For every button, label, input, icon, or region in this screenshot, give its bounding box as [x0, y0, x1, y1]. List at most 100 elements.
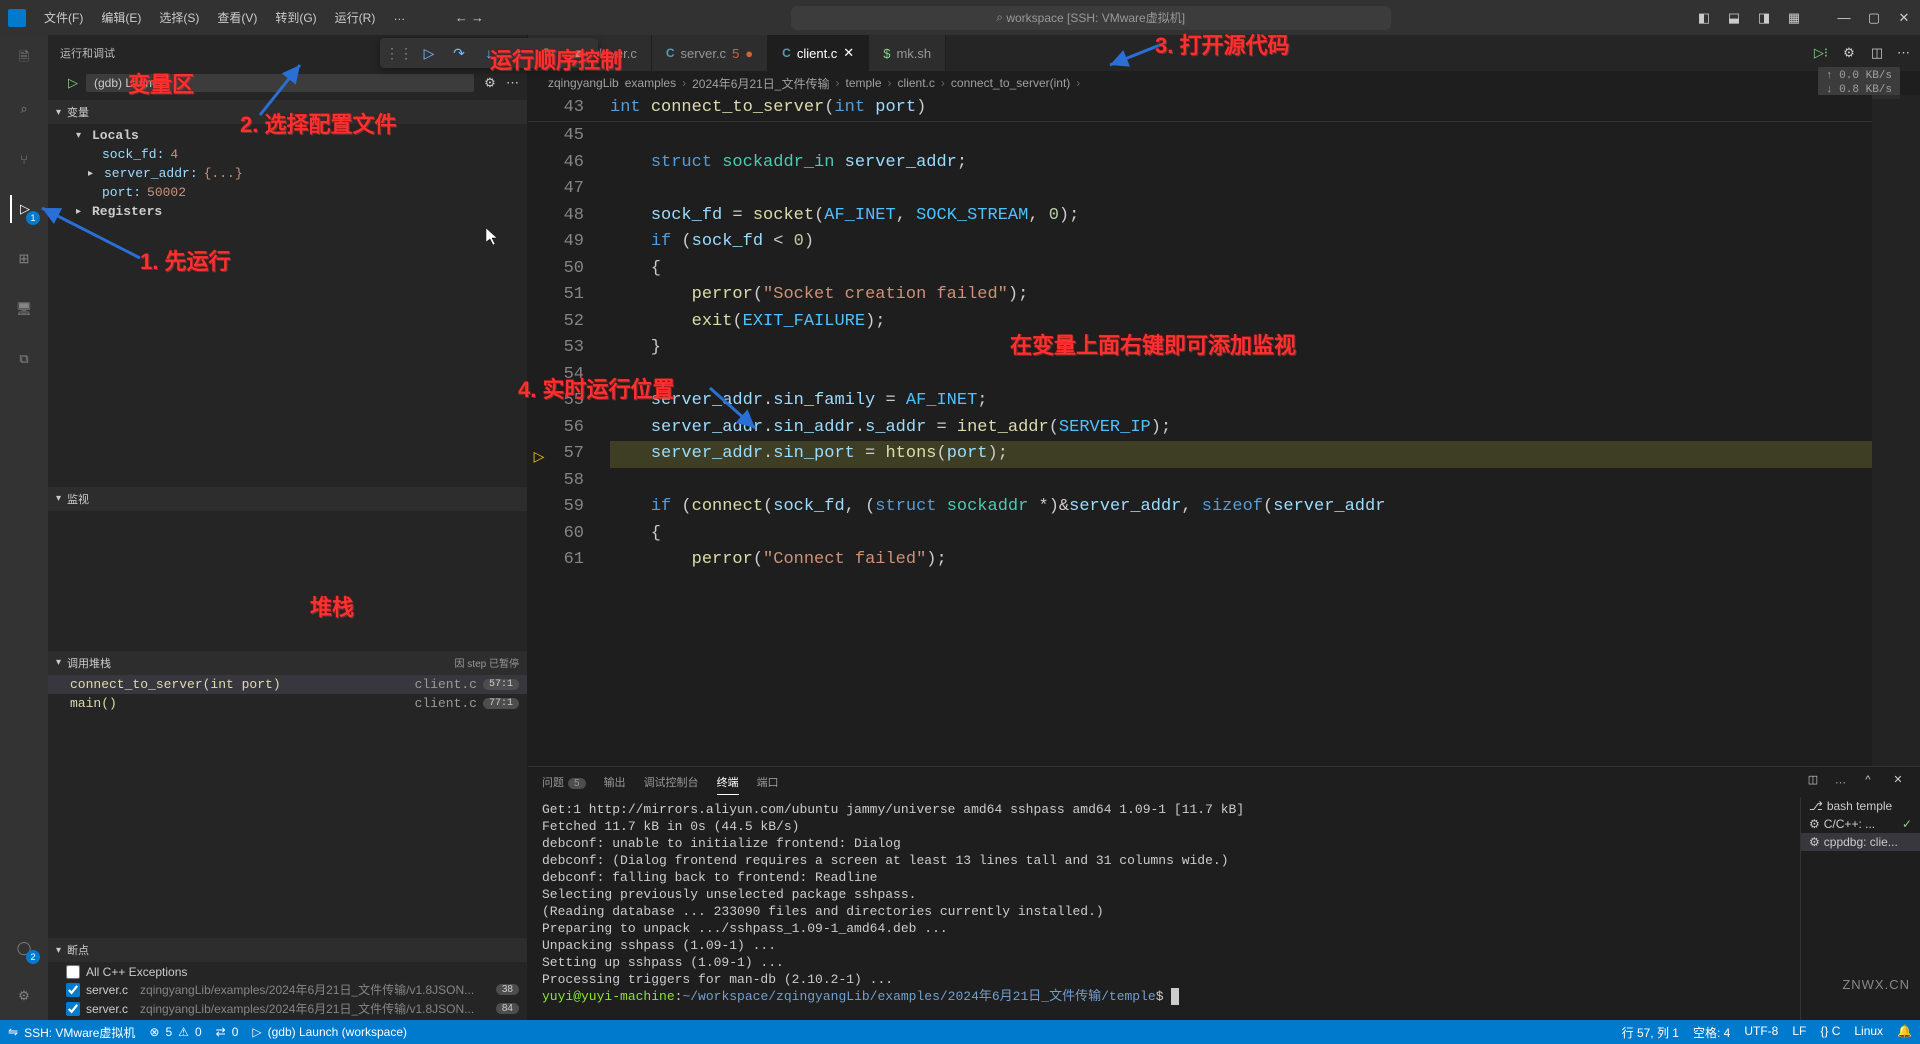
- editor-area: CmusicPlayer.cCserver.c5●Cclient.c✕$mk.s…: [528, 35, 1920, 1020]
- menu-item[interactable]: 编辑(E): [93, 5, 149, 30]
- search-act-icon[interactable]: ⌕: [10, 95, 38, 123]
- breakpoint-row[interactable]: server.czqingyangLib/examples/2024年6月21日…: [48, 980, 527, 999]
- menu-item[interactable]: 转到(G): [267, 5, 324, 30]
- terminal-session[interactable]: ⎇bash temple: [1801, 797, 1920, 815]
- variables-section[interactable]: ▾变量: [48, 100, 527, 124]
- panel-tab[interactable]: 终端: [717, 770, 739, 795]
- breakpoint-row[interactable]: server.czqingyangLib/examples/2024年6月21日…: [48, 999, 527, 1018]
- panel-tab[interactable]: 调试控制台: [644, 770, 699, 794]
- breadcrumb-item[interactable]: client.c: [898, 76, 935, 90]
- registers-node[interactable]: ▸Registers: [56, 202, 527, 221]
- continue-icon[interactable]: ▷: [418, 42, 440, 64]
- stop-icon[interactable]: ■: [568, 42, 590, 64]
- bp-checkbox[interactable]: [66, 965, 80, 979]
- explorer-icon[interactable]: 🗎: [10, 45, 38, 73]
- more-icon[interactable]: ⋯: [506, 75, 519, 91]
- editor-tab[interactable]: Cclient.c✕: [768, 35, 869, 71]
- indent-status[interactable]: 空格: 4: [1693, 1024, 1730, 1041]
- bp-checkbox[interactable]: [66, 983, 80, 997]
- variable-row[interactable]: sock_fd: 4: [56, 145, 527, 164]
- step-over-icon[interactable]: ↷: [448, 42, 470, 64]
- layout-right-icon[interactable]: ◨: [1756, 10, 1772, 26]
- max-icon[interactable]: ▢: [1866, 10, 1882, 26]
- callstack-section[interactable]: ▾调用堆栈因 step 已暂停: [48, 651, 527, 675]
- lang-status[interactable]: {} C: [1820, 1024, 1840, 1041]
- watch-section[interactable]: ▾监视: [48, 487, 527, 511]
- os-status[interactable]: Linux: [1854, 1024, 1883, 1041]
- extensions-icon[interactable]: ⊞: [10, 245, 38, 273]
- debug-restart-icon[interactable]: ▷⁝: [1813, 45, 1829, 61]
- debug-status[interactable]: ▷(gdb) Launch (workspace): [252, 1025, 407, 1039]
- scm-icon[interactable]: ⑂: [10, 145, 38, 173]
- tab-more-icon[interactable]: ⋯: [1897, 45, 1910, 61]
- encoding-status[interactable]: UTF-8: [1744, 1024, 1778, 1041]
- sticky-scroll[interactable]: 43 int connect_to_server(int port): [528, 95, 1872, 122]
- step-out-icon[interactable]: ↑: [508, 42, 530, 64]
- remote-status[interactable]: ⇋SSH: VMware虚拟机: [8, 1024, 135, 1041]
- breakpoints-section[interactable]: ▾断点: [48, 938, 527, 962]
- problems-status[interactable]: ⊗5⚠0: [149, 1025, 201, 1039]
- terminal-session[interactable]: ⚙cppdbg: clie...: [1801, 833, 1920, 851]
- account-icon[interactable]: ◯2: [10, 934, 38, 962]
- callstack-frame[interactable]: connect_to_server(int port)client.c57:1: [48, 675, 527, 694]
- panel-more-icon[interactable]: ⋯: [1835, 772, 1846, 793]
- panel-close-icon[interactable]: ✕: [1890, 772, 1906, 788]
- cursor-pos[interactable]: 行 57, 列 1: [1622, 1024, 1679, 1041]
- breadcrumb-item[interactable]: connect_to_server(int): [951, 76, 1070, 90]
- other-icon[interactable]: ⧉: [10, 345, 38, 373]
- min-icon[interactable]: —: [1836, 10, 1852, 26]
- callstack-frame[interactable]: main()client.c77:1: [48, 694, 527, 713]
- editor-tab[interactable]: Cserver.c5●: [652, 35, 768, 71]
- remote-icon[interactable]: 🖥: [10, 295, 38, 323]
- search-text: workspace [SSH: VMware虚拟机]: [1006, 9, 1185, 26]
- split-icon[interactable]: ◫: [1869, 45, 1885, 61]
- eol-status[interactable]: LF: [1792, 1024, 1806, 1041]
- bell-icon[interactable]: 🔔: [1897, 1024, 1912, 1041]
- nav-fwd-icon[interactable]: →: [469, 10, 485, 26]
- command-center[interactable]: ⌕ workspace [SSH: VMware虚拟机]: [791, 6, 1391, 30]
- breadcrumb-item[interactable]: temple: [846, 76, 882, 90]
- drag-handle-icon[interactable]: ⋮⋮: [388, 42, 410, 64]
- layout-bottom-icon[interactable]: ⬓: [1726, 10, 1742, 26]
- menu-item[interactable]: …: [385, 5, 413, 30]
- terminal-output[interactable]: Get:1 http://mirrors.aliyun.com/ubuntu j…: [528, 797, 1800, 1020]
- editor-tab[interactable]: $mk.sh: [869, 35, 946, 71]
- restart-icon[interactable]: ↻: [538, 42, 560, 64]
- menu-item[interactable]: 查看(V): [209, 5, 265, 30]
- nav-back-icon[interactable]: ←: [453, 10, 469, 26]
- close-icon[interactable]: ✕: [1896, 10, 1912, 26]
- terminal-session[interactable]: ⚙C/C++: ...✓: [1801, 815, 1920, 833]
- layout-grid-icon[interactable]: ▦: [1786, 10, 1802, 26]
- run-debug-icon[interactable]: ▷1: [10, 195, 38, 223]
- menu-item[interactable]: 选择(S): [151, 5, 207, 30]
- breadcrumb-item[interactable]: zqingyangLib: [548, 76, 619, 90]
- debug-toolbar[interactable]: ⋮⋮ ▷ ↷ ↓ ↑ ↻ ■: [380, 38, 598, 68]
- menu-item[interactable]: 文件(F): [36, 5, 91, 30]
- minimap[interactable]: [1872, 95, 1920, 766]
- launch-config-select[interactable]: (gdb) Launch: [86, 74, 474, 92]
- panel-tab[interactable]: 输出: [604, 770, 626, 794]
- gear-icon[interactable]: ⚙: [482, 75, 498, 91]
- layout-left-icon[interactable]: ◧: [1696, 10, 1712, 26]
- start-debug-icon[interactable]: ▷: [68, 75, 78, 91]
- panel-split-icon[interactable]: ◫: [1805, 772, 1821, 788]
- variable-row[interactable]: ▸server_addr: {...}: [56, 164, 527, 183]
- breadcrumbs[interactable]: zqingyangLibexamples›2024年6月21日_文件传输›tem…: [528, 71, 1920, 95]
- variable-row[interactable]: port: 50002: [56, 183, 527, 202]
- step-into-icon[interactable]: ↓: [478, 42, 500, 64]
- bp-checkbox[interactable]: [66, 1002, 80, 1016]
- breadcrumb-item[interactable]: 2024年6月21日_文件传输: [692, 75, 829, 92]
- menu-item[interactable]: 运行(R): [327, 5, 384, 30]
- panel-tab[interactable]: 端口: [757, 770, 779, 794]
- search-icon: ⌕: [996, 10, 1003, 25]
- settings-icon[interactable]: ⚙: [10, 982, 38, 1010]
- bp-all-exceptions[interactable]: All C++ Exceptions: [48, 964, 527, 980]
- panel-tab[interactable]: 问题5: [542, 770, 586, 794]
- locals-node[interactable]: ▾Locals: [56, 126, 527, 145]
- panel-max-icon[interactable]: ^: [1860, 772, 1876, 788]
- code-editor[interactable]: 43 int connect_to_server(int port) ▷ 454…: [528, 95, 1920, 766]
- tab-gear-icon[interactable]: ⚙: [1841, 45, 1857, 61]
- ports-status[interactable]: ⇄0: [216, 1025, 239, 1039]
- breadcrumb-item[interactable]: examples: [625, 76, 676, 90]
- tab-close-icon[interactable]: ✕: [843, 45, 854, 61]
